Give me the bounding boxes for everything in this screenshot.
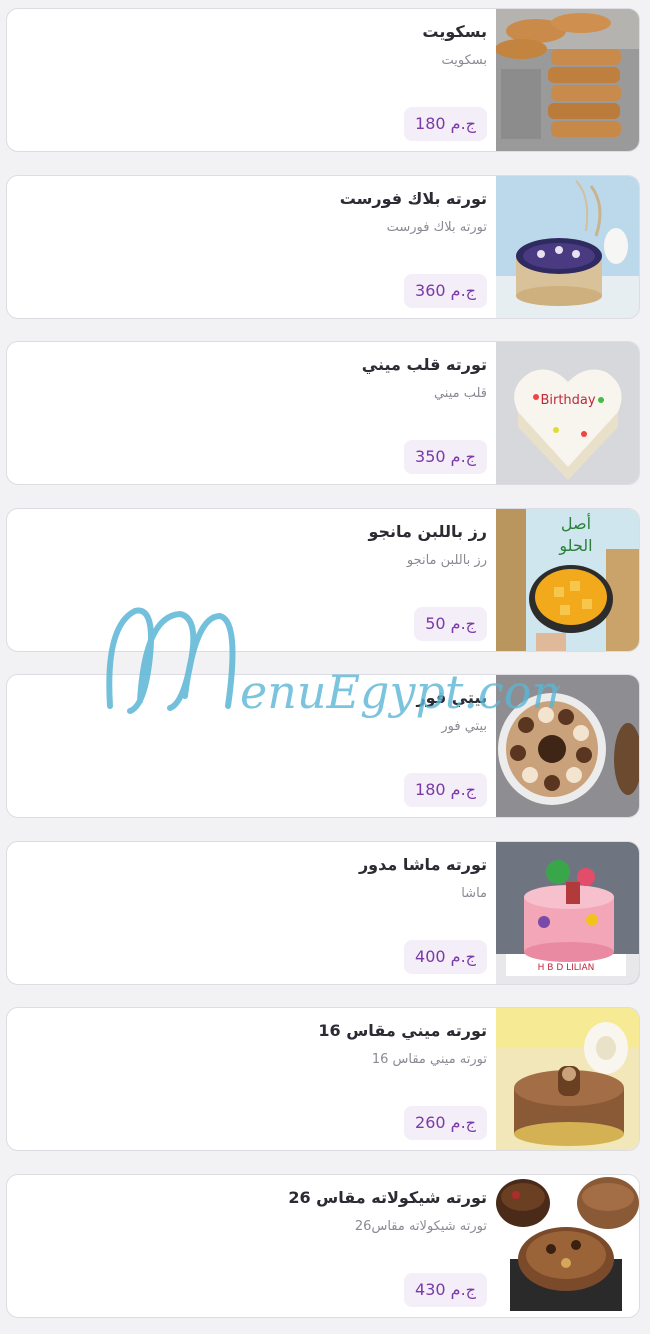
- menu-item-price: 180 ج.م: [404, 773, 487, 807]
- menu-item-description: بسكويت: [441, 53, 488, 68]
- menu-item-title: بسكويت: [422, 22, 487, 41]
- menu-item-price: 350 ج.م: [404, 440, 487, 474]
- menu-item-card[interactable]: H B D LILIAN تورته ماشا مدور ماشا 400 ج.…: [6, 841, 640, 985]
- menu-item-price: 360 ج.م: [404, 274, 487, 308]
- svg-text:الحلو: الحلو: [558, 536, 592, 556]
- menu-item-title: تورته ماشا مدور: [358, 855, 487, 874]
- menu-item-card[interactable]: بيتي فور بيتي فور 180 ج.م: [6, 674, 640, 818]
- menu-item-info: تورته شيكولاته مقاس 26 تورته شيكولاته مق…: [17, 1175, 487, 1317]
- menu-item-info: تورته ماشا مدور ماشا 400 ج.م: [17, 842, 487, 984]
- menu-item-title: تورته ميني مقاس 16: [318, 1021, 487, 1040]
- heart-cake-image-icon: Birthday: [496, 342, 639, 484]
- menu-item-title: تورته بلاك فورست: [339, 189, 487, 208]
- menu-item-description: ماشا: [461, 886, 487, 901]
- menu-item-title: رز باللبن مانجو: [368, 522, 487, 541]
- mini-cake-image-icon: [496, 1008, 639, 1150]
- menu-item-card[interactable]: تورته ميني مقاس 16 تورته ميني مقاس 16 26…: [6, 1007, 640, 1151]
- chocolate-cake-image-icon: [496, 1175, 639, 1317]
- black-forest-cake-image-icon: [496, 176, 639, 318]
- menu-item-title: تورته قلب ميني: [361, 355, 487, 374]
- menu-item-price: 180 ج.م: [404, 107, 487, 141]
- menu-item-description: رز باللبن مانجو: [406, 553, 487, 568]
- menu-item-price: 400 ج.م: [404, 940, 487, 974]
- menu-item-title: تورته شيكولاته مقاس 26: [288, 1188, 487, 1207]
- menu-item-title: بيتي فور: [416, 688, 487, 707]
- biscuits-image-icon: [496, 9, 639, 151]
- menu-item-description: تورته ميني مقاس 16: [371, 1052, 487, 1067]
- menu-item-card[interactable]: تورته شيكولاته مقاس 26 تورته شيكولاته مق…: [6, 1174, 640, 1318]
- menu-item-info: تورته ميني مقاس 16 تورته ميني مقاس 16 26…: [17, 1008, 487, 1150]
- menu-item-description: قلب ميني: [433, 386, 487, 401]
- menu-item-description: تورته شيكولاته مقاس26: [354, 1219, 487, 1234]
- menu-item-card[interactable]: Birthday تورته قلب ميني قلب ميني 350 ج.م: [6, 341, 640, 485]
- menu-item-card[interactable]: أصل الحلو رز باللبن مانجو رز باللبن مانج…: [6, 508, 640, 652]
- menu-item-card[interactable]: تورته بلاك فورست تورته بلاك فورست 360 ج.…: [6, 175, 640, 319]
- menu-item-info: تورته قلب ميني قلب ميني 350 ج.م: [17, 342, 487, 484]
- svg-text:H B D LILIAN: H B D LILIAN: [538, 963, 595, 973]
- menu-item-price: 430 ج.م: [404, 1273, 487, 1307]
- menu-item-info: تورته بلاك فورست تورته بلاك فورست 360 ج.…: [17, 176, 487, 318]
- menu-item-info: بسكويت بسكويت 180 ج.م: [17, 9, 488, 151]
- svg-text:Birthday: Birthday: [540, 393, 595, 408]
- petit-four-image-icon: [496, 675, 639, 817]
- menu-item-description: تورته بلاك فورست: [386, 220, 487, 235]
- menu-item-price: 260 ج.م: [404, 1106, 487, 1140]
- menu-item-info: بيتي فور بيتي فور 180 ج.م: [17, 675, 487, 817]
- menu-item-info: رز باللبن مانجو رز باللبن مانجو 50 ج.م: [17, 509, 487, 651]
- rice-pudding-mango-image-icon: أصل الحلو: [496, 509, 639, 651]
- menu-item-description: بيتي فور: [441, 719, 487, 734]
- masha-cake-image-icon: H B D LILIAN: [496, 842, 639, 984]
- svg-text:أصل: أصل: [561, 513, 591, 533]
- menu-item-card[interactable]: بسكويت بسكويت 180 ج.م: [6, 8, 640, 152]
- menu-item-price: 50 ج.م: [414, 607, 487, 641]
